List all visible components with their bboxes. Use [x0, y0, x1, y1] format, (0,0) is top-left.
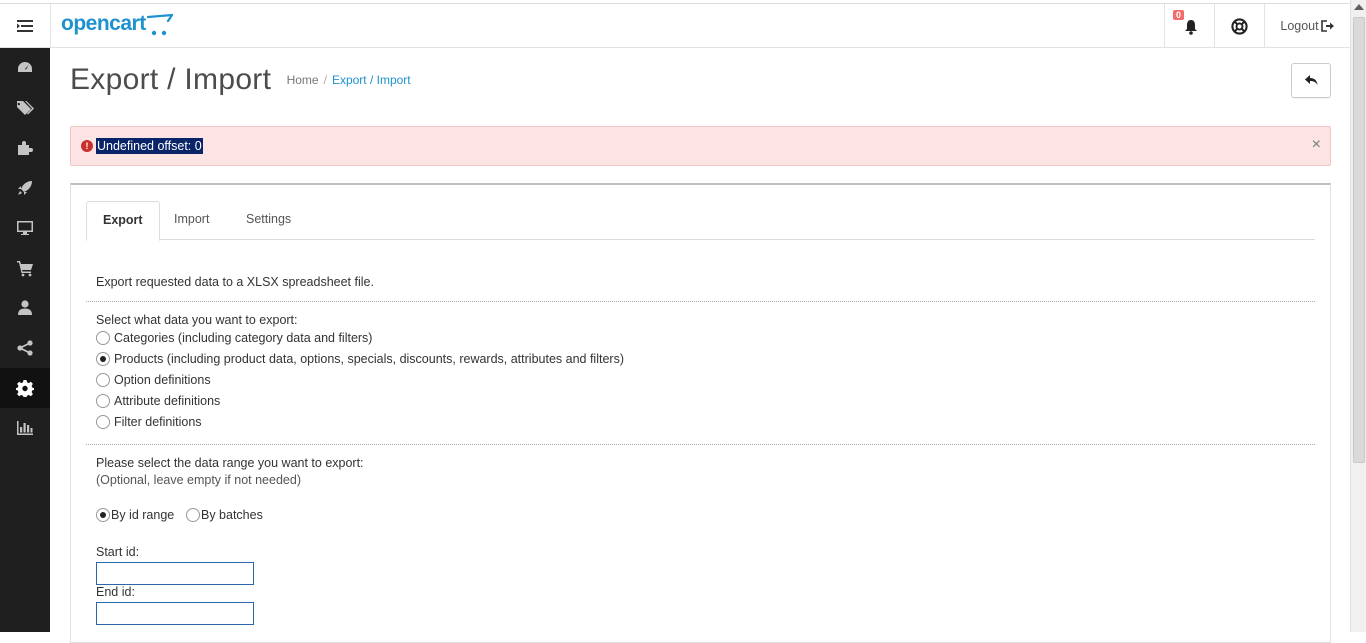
breadcrumb-current-link[interactable]: Export / Import [332, 73, 411, 87]
end-id-label: End id: [96, 585, 135, 599]
sidebar-item-reports[interactable] [0, 408, 50, 448]
radio-option-definitions[interactable] [96, 373, 110, 387]
start-id-input[interactable] [96, 562, 254, 585]
radio-categories[interactable] [96, 331, 110, 345]
export-type-option-filter-definitions[interactable]: Filter definitions [96, 413, 202, 431]
sidebar-item-system[interactable] [0, 368, 50, 408]
tab-settings[interactable]: Settings [230, 201, 307, 240]
export-type-option-products[interactable]: Products (including product data, option… [96, 350, 624, 368]
divider [86, 444, 1315, 445]
top-header: opencart 0 Logout [0, 3, 1350, 48]
puzzle-icon [18, 141, 33, 155]
page-header: Export / Import Home / Export / Import [70, 60, 1331, 106]
sidebar-item-dashboard[interactable] [0, 48, 50, 88]
option-label: Attribute definitions [114, 394, 221, 408]
notification-count-badge: 0 [1173, 10, 1185, 20]
start-id-label: Start id: [96, 545, 140, 559]
help-button[interactable] [1214, 4, 1264, 48]
scrollbar-thumb[interactable] [1353, 17, 1365, 463]
option-label: Filter definitions [114, 415, 202, 429]
menu-icon [17, 20, 33, 32]
radio-by-id-range[interactable] [96, 508, 110, 522]
sidebar-item-extensions[interactable] [0, 128, 50, 168]
rocket-icon [18, 181, 32, 195]
option-label: Categories (including category data and … [114, 331, 373, 345]
tab-bar: Export Import Settings [86, 201, 1315, 241]
opencart-logo[interactable]: opencart [61, 12, 173, 40]
shopping-cart-icon [17, 261, 33, 277]
radio-filter-definitions[interactable] [96, 415, 110, 429]
sidebar-item-system-design[interactable] [0, 208, 50, 248]
tab-export[interactable]: Export [86, 201, 160, 241]
sidebar-menu [0, 48, 50, 632]
export-type-option-attribute-definitions[interactable]: Attribute definitions [96, 392, 220, 410]
option-label: Option definitions [114, 373, 211, 387]
error-alert: ! Undefined offset: 0 × [70, 126, 1331, 166]
export-type-label: Select what data you want to export: [96, 313, 298, 327]
alert-close-button[interactable]: × [1312, 137, 1321, 153]
breadcrumb-home-link[interactable]: Home [287, 73, 319, 87]
desktop-icon [17, 221, 33, 235]
dashboard-icon [18, 62, 32, 72]
logout-button[interactable]: Logout [1264, 4, 1350, 48]
sidebar-item-marketing[interactable] [0, 328, 50, 368]
radio-attribute-definitions[interactable] [96, 394, 110, 408]
exclamation-circle-icon: ! [81, 140, 93, 152]
end-id-input[interactable] [96, 602, 254, 625]
tags-icon [17, 101, 34, 115]
user-icon [18, 300, 32, 315]
bar-chart-icon [17, 421, 33, 435]
export-type-option-option-definitions[interactable]: Option definitions [96, 371, 211, 389]
life-ring-icon [1231, 17, 1248, 35]
divider [86, 301, 1315, 302]
share-icon [17, 340, 33, 356]
logout-label: Logout [1280, 19, 1319, 33]
tab-import[interactable]: Import [158, 201, 225, 240]
logo-text: opencart [61, 12, 146, 35]
range-hint: (Optional, leave empty if not needed) [96, 473, 301, 487]
sidebar-item-catalog[interactable] [0, 88, 50, 128]
notifications-button[interactable]: 0 [1164, 4, 1214, 48]
sign-out-icon [1320, 20, 1334, 32]
range-mode-batches[interactable]: By batches [186, 506, 263, 524]
breadcrumb: Home / Export / Import [287, 73, 411, 87]
sidebar-item-customers[interactable] [0, 288, 50, 328]
scroll-up-arrow-icon[interactable] [1354, 4, 1364, 10]
cart-logo-icon [146, 13, 173, 36]
range-label: Please select the data range you want to… [96, 456, 364, 470]
export-intro-text: Export requested data to a XLSX spreadsh… [96, 275, 374, 289]
breadcrumb-separator: / [323, 73, 327, 87]
range-mode-id-range[interactable]: By id range [96, 506, 174, 524]
alert-message: Undefined offset: 0 [96, 138, 203, 154]
page-title: Export / Import [70, 63, 272, 96]
option-label: Products (including product data, option… [114, 352, 624, 366]
export-type-option-categories[interactable]: Categories (including category data and … [96, 329, 372, 347]
sidebar-item-sales[interactable] [0, 248, 50, 288]
range-mode-label: By batches [201, 508, 263, 522]
range-mode-label: By id range [111, 508, 175, 522]
export-import-panel: Export Import Settings Export requested … [70, 183, 1331, 643]
reply-icon [1304, 75, 1317, 85]
radio-by-batches[interactable] [186, 508, 200, 522]
bell-icon [1184, 20, 1197, 35]
back-button[interactable] [1291, 63, 1331, 98]
menu-toggle-button[interactable] [0, 4, 51, 48]
sidebar-item-design[interactable] [0, 168, 50, 208]
vertical-scrollbar[interactable] [1350, 0, 1366, 632]
radio-products[interactable] [96, 352, 110, 366]
gear-icon [16, 380, 34, 397]
